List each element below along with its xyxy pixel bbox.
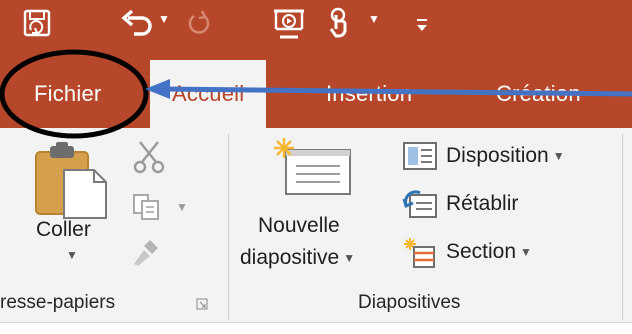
reset-button[interactable]: Rétablir bbox=[446, 192, 518, 216]
format-painter-icon[interactable] bbox=[132, 238, 162, 268]
paste-dropdown-icon[interactable]: ▼ bbox=[66, 248, 78, 262]
dialog-launcher-icon[interactable] bbox=[196, 298, 208, 310]
new-slide-icon[interactable] bbox=[272, 136, 356, 198]
tab-home[interactable]: Accueil bbox=[150, 60, 267, 128]
tab-file[interactable]: Fichier bbox=[34, 60, 101, 128]
paste-button-label[interactable]: Coller bbox=[36, 218, 91, 242]
powerpoint-ribbon: ▼ ▼ Fichier Accueil Insertion Création C… bbox=[0, 0, 632, 334]
new-slide-dropdown-icon[interactable]: ▼ bbox=[343, 251, 355, 265]
copy-dropdown-icon[interactable]: ▼ bbox=[176, 200, 188, 214]
clipboard-group-label: resse-papiers bbox=[0, 292, 116, 313]
redo-icon bbox=[184, 6, 214, 40]
section-dropdown-icon[interactable]: ▼ bbox=[520, 245, 532, 259]
new-slide-label-line1[interactable]: Nouvelle bbox=[258, 214, 340, 238]
ribbon-bottom-edge bbox=[0, 322, 632, 334]
new-slide-label-text[interactable]: diapositive bbox=[240, 246, 339, 269]
new-slide-label-line2[interactable]: diapositive ▼ bbox=[240, 246, 355, 270]
touch-mode-icon[interactable] bbox=[326, 6, 356, 40]
layout-button[interactable]: Disposition ▼ bbox=[446, 144, 565, 168]
layout-icon[interactable] bbox=[402, 141, 438, 171]
section-icon[interactable] bbox=[402, 237, 438, 269]
copy-icon[interactable] bbox=[132, 193, 162, 221]
layout-label[interactable]: Disposition bbox=[446, 144, 549, 167]
reset-icon[interactable] bbox=[402, 189, 438, 221]
tab-design[interactable]: Création bbox=[496, 60, 581, 128]
section-label[interactable]: Section bbox=[446, 240, 516, 263]
undo-dropdown-icon[interactable]: ▼ bbox=[158, 12, 170, 26]
start-from-beginning-icon[interactable] bbox=[272, 6, 306, 40]
paste-icon[interactable] bbox=[34, 142, 110, 220]
touch-mode-dropdown-icon[interactable]: ▼ bbox=[368, 12, 380, 26]
customize-toolbar-icon[interactable] bbox=[414, 6, 430, 40]
cut-icon[interactable] bbox=[132, 140, 166, 174]
section-button[interactable]: Section ▼ bbox=[446, 240, 532, 264]
group-separator bbox=[622, 134, 623, 320]
layout-dropdown-icon[interactable]: ▼ bbox=[553, 149, 565, 163]
group-separator bbox=[228, 134, 229, 320]
save-icon[interactable] bbox=[22, 6, 52, 40]
tab-insert[interactable]: Insertion bbox=[326, 60, 412, 128]
undo-icon[interactable] bbox=[120, 6, 154, 40]
slides-group-label: Diapositives bbox=[358, 292, 461, 313]
